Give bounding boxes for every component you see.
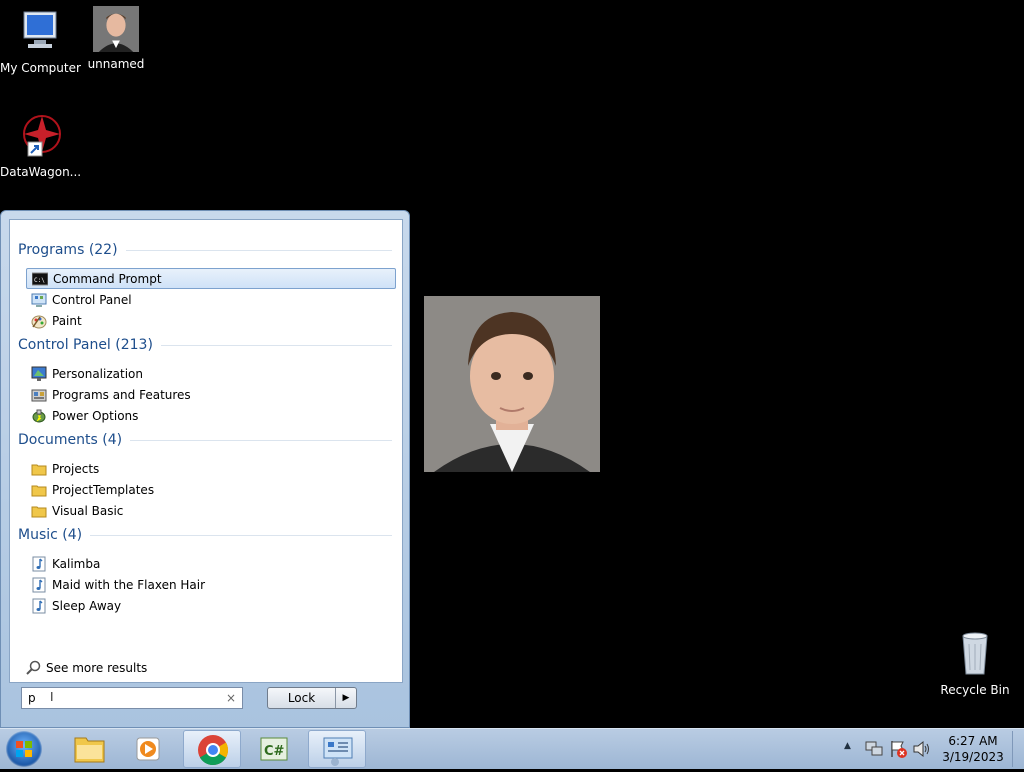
programs-and-features-icon [31,389,47,401]
group-header-label: Documents (4) [18,432,123,448]
clock-date: 3/19/2023 [942,750,1004,764]
command-prompt-icon: C:\ [32,272,48,285]
desktop-icon-label: My Computer [0,61,81,75]
see-more-label: See more results [46,661,148,675]
group-header-label: Programs (22) [18,242,118,258]
result-label: Personalization [52,366,143,381]
result-label: Visual Basic [52,503,124,518]
result-sleep-away[interactable]: Sleep Away [26,595,396,616]
system-clock[interactable]: 6:27 AM 3/19/2023 [942,733,1004,765]
divider [125,249,392,251]
network-icon[interactable] [864,739,884,759]
photo-viewer-image[interactable] [424,296,600,472]
group-header-documents[interactable]: Documents (4) [18,432,392,448]
result-maid-with-the-flaxen-hair[interactable]: Maid with the Flaxen Hair [26,574,396,595]
clock-time: 6:27 AM [948,734,998,748]
result-personalization[interactable]: Personalization [26,363,396,384]
start-button[interactable] [6,731,42,767]
divider [160,344,392,346]
taskbar: C# ▲ 6:27 AM 3/19/2023 [0,728,1024,769]
taskbar-explorer-button[interactable] [60,730,118,768]
result-label: Control Panel [52,292,132,307]
csharp-project-icon: C# [260,737,288,761]
taskbar-control-panel-button[interactable] [308,730,366,768]
desktop-icon-label: DataWagon... [0,165,82,179]
show-hidden-icons-arrow[interactable]: ▲ [844,741,851,751]
result-label: Power Options [52,408,139,423]
portrait-image [424,296,600,472]
group-header-label: Control Panel (213) [18,337,153,353]
control-panel-icon [31,293,47,307]
result-label: Projects [52,461,100,476]
result-command-prompt[interactable]: C:\ Command Prompt [26,268,396,289]
folder-icon [31,464,47,475]
music-file-icon [32,556,46,571]
divider [130,439,392,441]
photo-thumbnail-icon [93,6,139,52]
datawagon-shortcut-icon [23,115,61,157]
result-programs-and-features[interactable]: Programs and Features [26,384,396,405]
result-label: Maid with the Flaxen Hair [52,577,206,592]
music-file-icon [32,577,46,592]
result-projects[interactable]: Projects [26,458,396,479]
desktop-icon-label: unnamed [87,57,145,71]
folder-icon [31,485,47,496]
show-desktop-button[interactable] [1012,731,1023,767]
group-header-programs[interactable]: Programs (22) [18,242,392,258]
text-cursor-icon: I [50,690,54,704]
windows-logo-icon [16,741,32,757]
lock-button[interactable]: Lock [268,688,335,708]
shutdown-options-arrow-icon[interactable]: ▶ [335,688,356,708]
group-header-music[interactable]: Music (4) [18,527,392,543]
desktop-icon-unnamed[interactable]: unnamed [76,6,156,71]
result-label: Kalimba [52,556,101,571]
group-header-control-panel[interactable]: Control Panel (213) [18,337,392,353]
result-projecttemplates[interactable]: ProjectTemplates [26,479,396,500]
music-file-icon [32,598,46,613]
divider [90,534,392,536]
svg-text:C#: C# [264,744,285,759]
search-results-panel: Programs (22) C:\ Command Prompt Control… [9,219,403,683]
desktop-icon-recycle-bin[interactable]: Recycle Bin [935,630,1015,697]
folder-icon [74,737,105,763]
result-kalimba[interactable]: Kalimba [26,553,396,574]
control-panel-icon [323,737,353,766]
taskbar-chrome-button[interactable] [183,730,241,768]
personalization-icon [31,366,47,381]
taskbar-csharp-button[interactable]: C# [245,730,303,768]
result-label: Command Prompt [53,271,162,286]
clear-search-icon[interactable]: × [226,691,236,705]
taskbar-media-player-button[interactable] [120,730,178,768]
result-label: ProjectTemplates [52,482,155,497]
svg-text:C:\: C:\ [34,277,45,284]
group-header-label: Music (4) [18,527,83,543]
result-visual-basic[interactable]: Visual Basic [26,500,396,521]
chrome-icon [198,735,228,766]
result-label: Paint [52,313,82,328]
volume-icon[interactable] [912,739,932,759]
desktop-icon-my-computer[interactable]: My Computer [0,8,81,75]
paint-icon [31,315,47,328]
recycle-bin-icon [962,632,988,675]
result-label: Programs and Features [52,387,191,402]
folder-icon [31,506,47,517]
result-power-options[interactable]: Power Options [26,405,396,426]
media-player-icon [136,737,160,761]
result-paint[interactable]: Paint [26,310,396,331]
desktop-icon-label: Recycle Bin [940,683,1010,697]
computer-icon [23,11,57,48]
action-center-flag-icon[interactable] [888,739,908,759]
search-input-value: p [28,691,36,705]
power-options-icon [32,409,46,422]
result-label: Sleep Away [52,598,122,613]
start-search-input[interactable]: p I × [21,687,243,709]
result-control-panel[interactable]: Control Panel [26,289,396,310]
desktop-icon-datawagon[interactable]: DataWagon... [0,112,82,179]
start-menu: Programs (22) C:\ Command Prompt Control… [0,210,410,728]
search-icon [26,660,41,675]
lock-button-group: Lock ▶ [267,687,357,709]
see-more-results-link[interactable]: See more results [26,660,147,676]
